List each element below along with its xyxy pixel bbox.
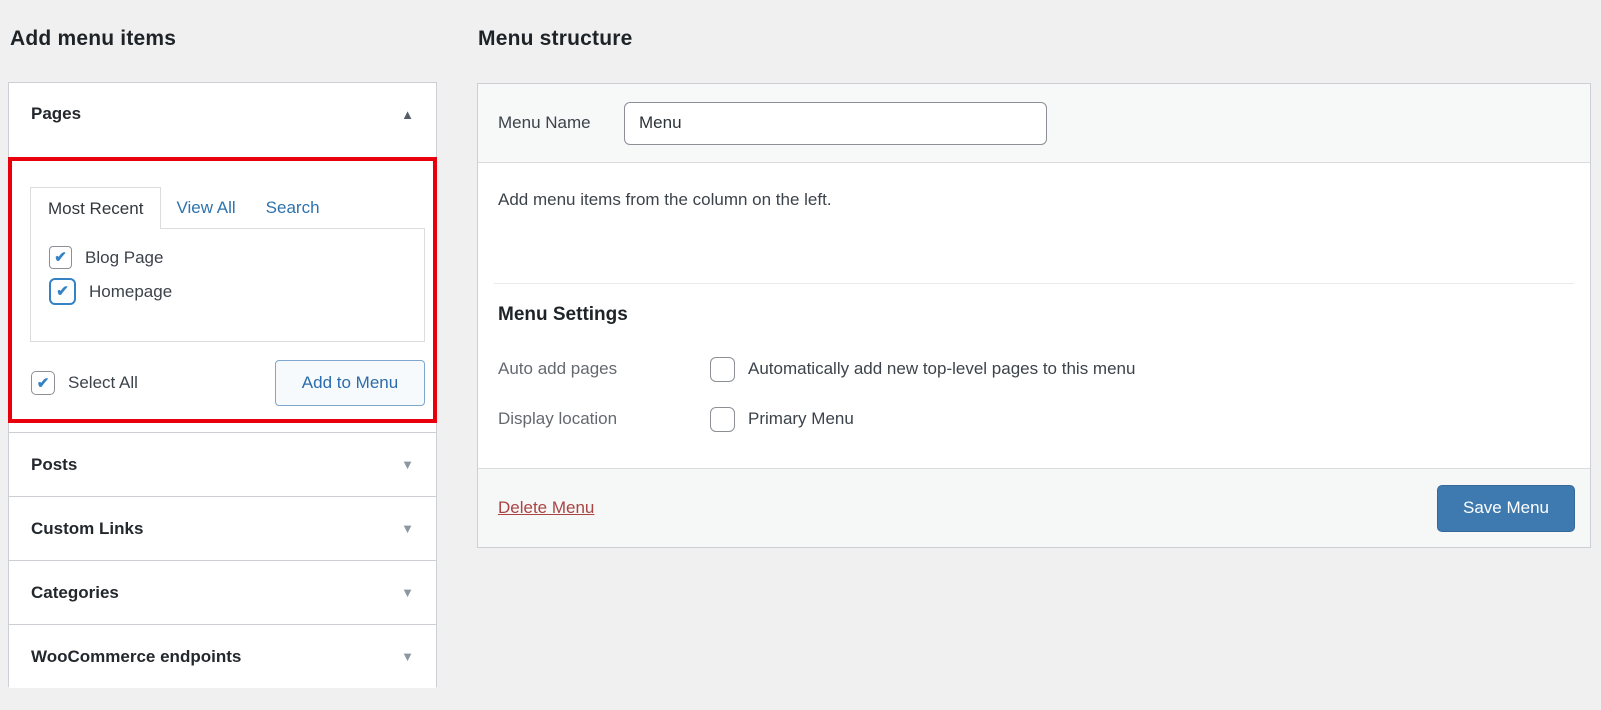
chevron-down-icon: ▼ [401,649,414,664]
check-icon: ✔ [54,250,67,265]
display-location-label: Display location [498,409,710,429]
check-icon: ✔ [37,376,50,391]
homepage-label: Homepage [89,282,172,302]
section-title-custom-links: Custom Links [31,519,143,539]
tab-most-recent-label: Most Recent [48,199,143,219]
settings-divider [494,283,1574,284]
primary-menu-checkbox[interactable] [710,407,735,432]
chevron-down-icon: ▼ [401,521,414,536]
accordion-section-categories[interactable]: Categories ▼ [9,560,436,624]
add-menu-items-panel: Pages ▲ Most Recent View All Search ✔ Bl… [8,82,437,687]
most-recent-tab-panel: ✔ Blog Page ✔ Homepage [30,228,425,342]
auto-add-pages-option: Automatically add new top-level pages to… [710,357,1135,382]
primary-menu-option-label: Primary Menu [748,409,854,429]
display-location-row: Display location Primary Menu [498,404,854,434]
tab-view-all[interactable]: View All [161,187,250,228]
menu-actions-footer: Delete Menu Save Menu [478,468,1590,547]
auto-add-pages-checkbox[interactable] [710,357,735,382]
menu-structure-panel: Menu Name Add menu items from the column… [477,83,1591,548]
menu-structure-heading: Menu structure [478,27,633,51]
accordion-section-pages[interactable]: Pages ▲ [9,83,436,145]
select-all-label: Select All [68,373,138,393]
blog-page-checkbox[interactable]: ✔ [49,246,72,269]
accordion-section-custom-links[interactable]: Custom Links ▼ [9,496,436,560]
section-title-pages: Pages [31,104,81,124]
auto-add-pages-row: Auto add pages Automatically add new top… [498,354,1135,384]
section-title-posts: Posts [31,455,77,475]
auto-add-pages-label: Auto add pages [498,359,710,379]
select-all-checkbox[interactable]: ✔ [31,371,55,395]
menu-settings-heading: Menu Settings [498,304,628,326]
list-item-blog-page: ✔ Blog Page [49,246,424,269]
auto-add-pages-option-label: Automatically add new top-level pages to… [748,359,1135,379]
homepage-checkbox[interactable]: ✔ [49,278,76,305]
check-icon: ✔ [56,284,69,299]
blog-page-label: Blog Page [85,248,163,268]
select-all-row: ✔ Select All [31,371,138,395]
delete-menu-link[interactable]: Delete Menu [498,498,594,518]
menu-name-row: Menu Name [478,84,1590,163]
add-menu-items-heading: Add menu items [10,27,176,51]
display-location-option: Primary Menu [710,407,854,432]
section-title-woocommerce-endpoints: WooCommerce endpoints [31,647,241,667]
accordion-section-posts[interactable]: Posts ▼ [9,432,436,496]
chevron-up-icon: ▲ [401,107,414,122]
menu-name-label: Menu Name [498,113,624,133]
list-item-homepage: ✔ Homepage [49,278,424,305]
chevron-down-icon: ▼ [401,585,414,600]
tab-search[interactable]: Search [251,187,335,228]
pages-tabs: Most Recent View All Search [30,187,335,229]
save-menu-button[interactable]: Save Menu [1437,485,1575,532]
menu-name-input[interactable] [624,102,1047,145]
add-to-menu-button[interactable]: Add to Menu [275,360,425,406]
pages-section-body: Most Recent View All Search ✔ Blog Page … [9,145,436,432]
section-title-categories: Categories [31,583,119,603]
accordion-section-woocommerce-endpoints[interactable]: WooCommerce endpoints ▼ [9,624,436,688]
tab-most-recent[interactable]: Most Recent [30,187,161,229]
chevron-down-icon: ▼ [401,457,414,472]
empty-menu-message: Add menu items from the column on the le… [498,190,832,210]
